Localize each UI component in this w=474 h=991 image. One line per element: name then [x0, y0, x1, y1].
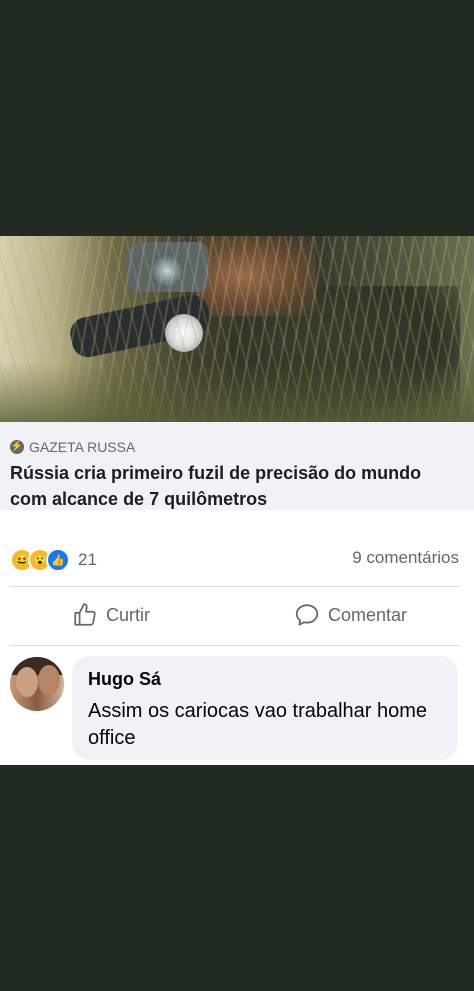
like-button[interactable]: Curtir [72, 602, 150, 628]
avatar-face-right [38, 665, 60, 695]
comment-icon [295, 604, 319, 626]
comment-bubble: Hugo Sá Assim os cariocas vao trabalhar … [72, 656, 458, 760]
reactions-summary[interactable]: 😆 😮 👍 21 [10, 548, 97, 572]
like-label: Curtir [106, 604, 150, 625]
post-image[interactable] [0, 236, 474, 422]
comment-count[interactable]: 9 comentários [352, 548, 459, 568]
comment-label: Comentar [328, 604, 408, 625]
like-reaction-icon: 👍 [46, 548, 70, 572]
source-name: GAZETA RUSSA [29, 439, 136, 455]
link-source: ⚡ GAZETA RUSSA [10, 439, 135, 455]
comment-button[interactable]: Comentar [294, 602, 407, 628]
comment-text: Assim os cariocas vao trabalhar home off… [88, 700, 428, 749]
reaction-count: 21 [78, 550, 97, 569]
thumbs-up-icon [74, 603, 96, 626]
avatar-face-left [16, 667, 38, 697]
avatar[interactable] [10, 657, 64, 711]
post-card: ⚡ GAZETA RUSSA Rússia cria primeiro fuzi… [0, 236, 474, 765]
link-preview[interactable]: ⚡ GAZETA RUSSA Rússia cria primeiro fuzi… [0, 422, 474, 510]
ground-shade [0, 362, 474, 422]
divider [10, 586, 460, 587]
divider [10, 645, 460, 646]
link-headline: Rússia cria primeiro fuzil de precisão d… [10, 463, 422, 509]
comment-author[interactable]: Hugo Sá [88, 669, 161, 690]
bolt-icon: ⚡ [10, 440, 24, 454]
